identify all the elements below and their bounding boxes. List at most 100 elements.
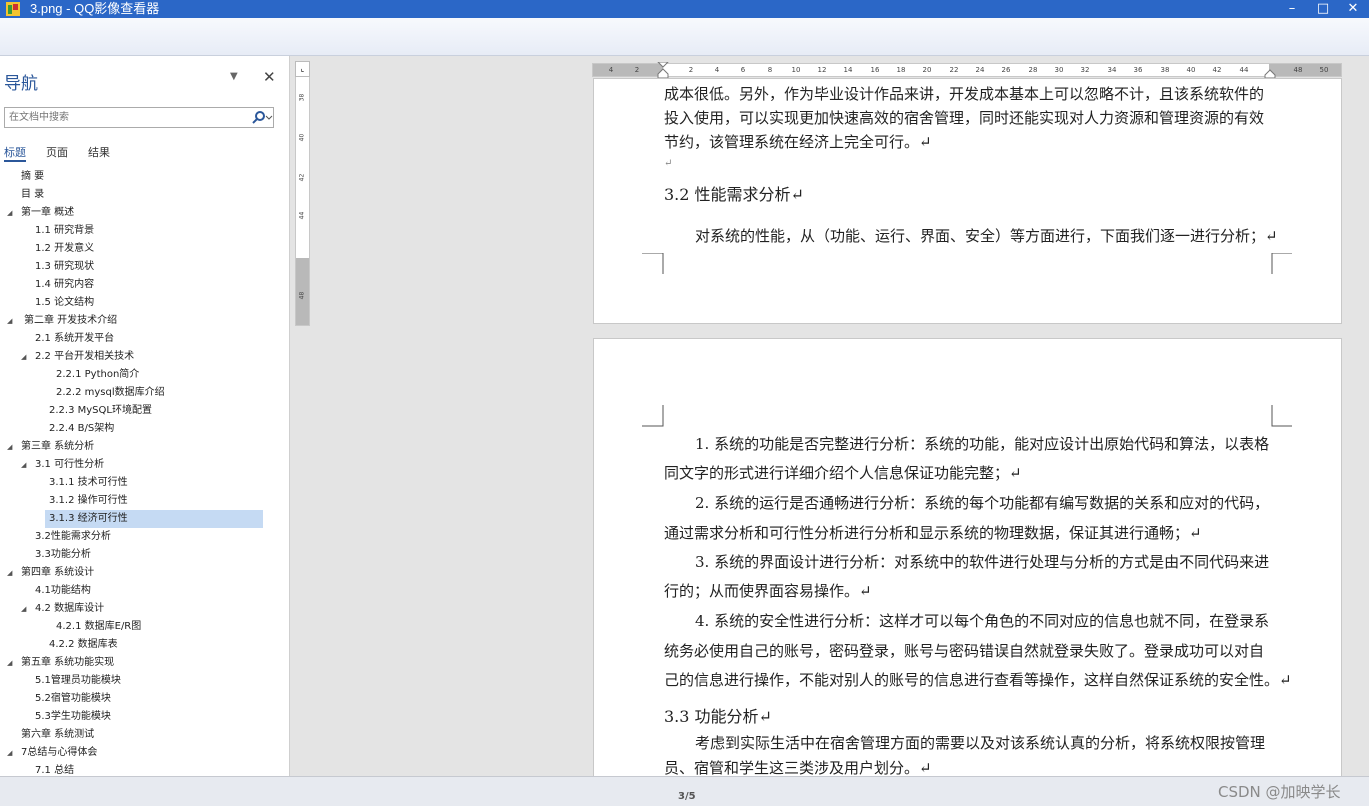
- text-line: 行的；从而使界面容易操作。↵: [664, 582, 872, 600]
- image-viewport[interactable]: 导航 ▼ ✕ 标题 页面 结果 摘 要目 录 ◢ 第一章 概述 1.1 研究背景 1.2…: [0, 56, 1369, 778]
- text-line: 1. 系统的功能是否完整进行分析：系统的功能，能对应设计出原始代码和算法，以表格: [695, 435, 1270, 453]
- ruler-tick-label: 28: [1028, 66, 1038, 74]
- expand-toggle-icon[interactable]: ◢: [7, 744, 12, 762]
- tab-stop-selector[interactable]: ⌞: [295, 61, 310, 77]
- expand-toggle-icon[interactable]: ◢: [7, 564, 12, 582]
- nav-tree-item[interactable]: 4.2.1 数据库E/R图: [0, 618, 289, 636]
- minimize-button[interactable]: –: [1278, 0, 1306, 18]
- ruler-tick-label: 24: [975, 66, 985, 74]
- nav-tree-item[interactable]: ◢ 第五章 系统功能实现: [0, 654, 289, 672]
- nav-tree-item[interactable]: 5.1管理员功能模块: [0, 672, 289, 690]
- crop-mark: [642, 405, 664, 427]
- nav-tree-item[interactable]: ◢ 第四章 系统设计: [0, 564, 289, 582]
- close-icon[interactable]: ✕: [263, 68, 276, 86]
- section-heading: 3.3 功能分析↵: [664, 707, 772, 726]
- ruler-tick-label: 2: [688, 66, 694, 74]
- text-line: 成本很低。另外，作为毕业设计作品来讲，开发成本基本上可以忽略不计，且该系统软件的: [664, 85, 1265, 103]
- document-page: 成本很低。另外，作为毕业设计作品来讲，开发成本基本上可以忽略不计，且该系统软件的…: [593, 78, 1342, 324]
- tab-results[interactable]: 结果: [88, 144, 110, 160]
- nav-item-label: 目 录: [21, 189, 45, 200]
- nav-item-label: 第四章 系统设计: [21, 567, 95, 578]
- ruler-tick-label: 38: [1160, 66, 1170, 74]
- nav-item-label: 4.2.1 数据库E/R图: [56, 621, 142, 632]
- document-page: 1. 系统的功能是否完整进行分析：系统的功能，能对应设计出原始代码和算法，以表格…: [593, 338, 1342, 778]
- nav-item-label: 4.1功能结构: [35, 585, 91, 596]
- nav-item-label: 1.5 论文结构: [35, 297, 95, 308]
- text-line: 己的信息进行操作，不能对别人的账号的信息进行查看等操作，这样自然保证系统的安全性…: [664, 671, 1292, 689]
- nav-tree-item[interactable]: 1.1 研究背景: [0, 222, 289, 240]
- ruler-tick-label: 30: [1054, 66, 1064, 74]
- nav-tree-item[interactable]: ◢ 第一章 概述: [0, 204, 289, 222]
- nav-tree-item[interactable]: 1.4 研究内容: [0, 276, 289, 294]
- expand-toggle-icon[interactable]: ◢: [7, 438, 12, 456]
- nav-tree-item[interactable]: 3.1.3 经济可行性: [0, 510, 289, 528]
- nav-tree-item[interactable]: 2.1 系统开发平台: [0, 330, 289, 348]
- nav-tree-item[interactable]: 3.1.2 操作可行性: [0, 492, 289, 510]
- nav-tree-item[interactable]: ◢ 第二章 开发技术介绍: [0, 312, 289, 330]
- nav-tree-item[interactable]: 5.3学生功能模块: [0, 708, 289, 726]
- nav-tree-item[interactable]: 2.2.1 Python简介: [0, 366, 289, 384]
- nav-item-label: 2.2.4 B/S架构: [49, 423, 115, 434]
- ruler-tick-label: 6: [740, 66, 746, 74]
- nav-tree-item[interactable]: 摘 要: [0, 168, 289, 186]
- nav-item-label: 2.2.2 mysql数据库介绍: [56, 387, 165, 398]
- nav-tree-item[interactable]: 1.2 开发意义: [0, 240, 289, 258]
- text-line: 考虑到实际生活中在宿舍管理方面的需要以及对该系统认真的分析，将系统权限按管理: [695, 734, 1266, 752]
- nav-tree-item[interactable]: 7.1 总结: [0, 762, 289, 776]
- chevron-down-icon[interactable]: ▼: [230, 71, 238, 82]
- nav-tree-item[interactable]: 3.3功能分析: [0, 546, 289, 564]
- maximize-button[interactable]: □: [1309, 0, 1337, 18]
- nav-tree-item[interactable]: ◢ 4.2 数据库设计: [0, 600, 289, 618]
- ruler-tick-label: 8: [767, 66, 773, 74]
- nav-search-box: [4, 107, 274, 128]
- nav-tree-item[interactable]: ◢ 3.1 可行性分析: [0, 456, 289, 474]
- ruler-tick-label: 18: [896, 66, 906, 74]
- ruler-tick-label: 12: [817, 66, 827, 74]
- nav-tree-item[interactable]: 3.2性能需求分析: [0, 528, 289, 546]
- nav-tree-item[interactable]: 4.1功能结构: [0, 582, 289, 600]
- nav-item-label: 2.2.3 MySQL环境配置: [49, 405, 152, 416]
- nav-tree-item[interactable]: 目 录: [0, 186, 289, 204]
- text-line: 4. 系统的安全性进行分析：这样才可以每个角色的不同对应的信息也就不同，在登录系: [695, 612, 1270, 630]
- expand-toggle-icon[interactable]: ◢: [21, 600, 26, 618]
- close-button[interactable]: ✕: [1339, 0, 1367, 18]
- nav-item-label: 3.2性能需求分析: [35, 531, 111, 542]
- nav-tree-item[interactable]: ◢ 第三章 系统分析: [0, 438, 289, 456]
- expand-toggle-icon[interactable]: ◢: [7, 654, 12, 672]
- nav-tree-item[interactable]: 4.2.2 数据库表: [0, 636, 289, 654]
- nav-item-label: 第一章 概述: [21, 207, 75, 218]
- nav-item-label: 1.3 研究现状: [35, 261, 95, 272]
- expand-toggle-icon[interactable]: ◢: [21, 348, 26, 366]
- nav-item-label: 3.1.2 操作可行性: [49, 495, 128, 506]
- nav-tree-item[interactable]: 2.2.3 MySQL环境配置: [0, 402, 289, 420]
- nav-item-label: 3.1 可行性分析: [35, 459, 105, 470]
- expand-toggle-icon[interactable]: ◢: [7, 312, 12, 330]
- text-line: 投入使用，可以实现更加快速高效的宿舍管理，同时还能实现对人力资源和管理资源的有效: [664, 109, 1265, 127]
- nav-tree-item[interactable]: ◢ 7总结与心得体会: [0, 744, 289, 762]
- nav-item-label: 7.1 总结: [35, 765, 75, 776]
- expand-toggle-icon[interactable]: ◢: [21, 456, 26, 474]
- nav-tree-item[interactable]: 2.2.4 B/S架构: [0, 420, 289, 438]
- ruler-tick-label: 48: [1293, 66, 1303, 74]
- nav-tree-item[interactable]: ◢ 2.2 平台开发相关技术: [0, 348, 289, 366]
- app-icon: [6, 2, 20, 16]
- search-icon[interactable]: [251, 110, 273, 126]
- nav-tree-item[interactable]: 5.2宿管功能模块: [0, 690, 289, 708]
- ruler-tick-label: 40: [1186, 66, 1196, 74]
- nav-item-label: 5.2宿管功能模块: [35, 693, 111, 704]
- tab-headings[interactable]: 标题: [4, 144, 26, 160]
- expand-toggle-icon[interactable]: ◢: [7, 204, 12, 222]
- search-input[interactable]: [9, 109, 245, 126]
- nav-tree-item[interactable]: 1.3 研究现状: [0, 258, 289, 276]
- nav-tree-item[interactable]: 第六章 系统测试: [0, 726, 289, 744]
- nav-item-label: 摘 要: [21, 171, 45, 182]
- nav-item-label: 7总结与心得体会: [21, 747, 98, 758]
- tab-pages[interactable]: 页面: [46, 144, 68, 160]
- nav-tree-item[interactable]: 3.1.1 技术可行性: [0, 474, 289, 492]
- nav-tree-item[interactable]: 1.5 论文结构: [0, 294, 289, 312]
- ruler-tick-label: 22: [949, 66, 959, 74]
- nav-tree-item[interactable]: 2.2.2 mysql数据库介绍: [0, 384, 289, 402]
- ruler-tick-label: 10: [791, 66, 801, 74]
- ruler-tick-label: 44: [298, 211, 306, 220]
- ruler-left-margin: [593, 64, 663, 76]
